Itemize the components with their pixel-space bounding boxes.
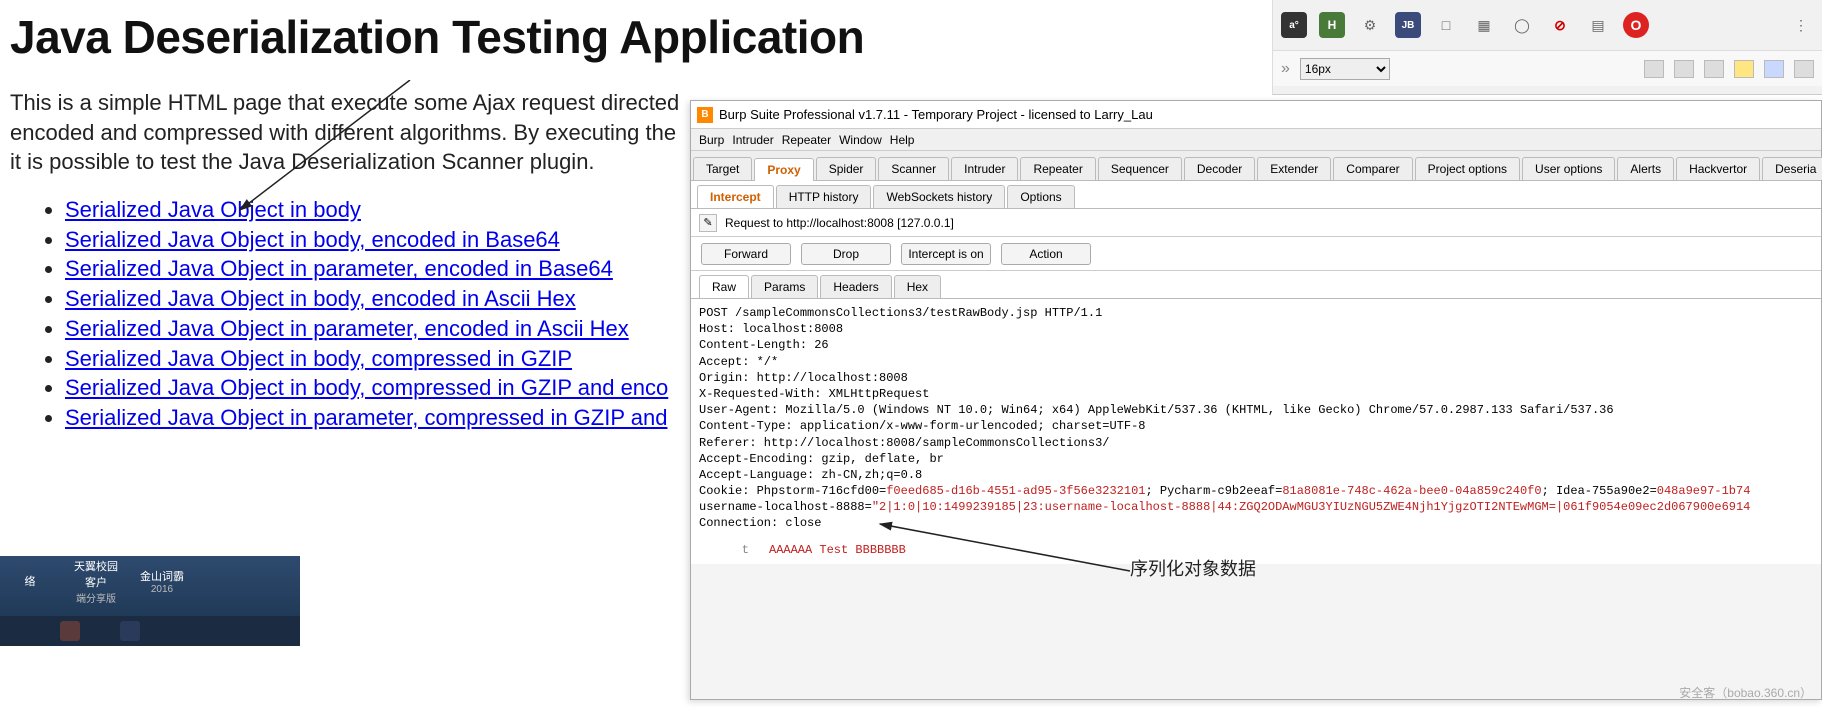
toolbar-btn[interactable] <box>1734 60 1754 78</box>
menu-help[interactable]: Help <box>890 133 915 147</box>
link-body-gzip-enc[interactable]: Serialized Java Object in body, compress… <box>65 375 668 400</box>
desktop-icon-kingsoft[interactable]: 金山词霸 2016 <box>138 568 186 595</box>
link-param-asciihex[interactable]: Serialized Java Object in parameter, enc… <box>65 316 629 341</box>
tab-spider[interactable]: Spider <box>816 157 877 180</box>
menu-intruder[interactable]: Intruder <box>732 133 773 147</box>
tab-target[interactable]: Target <box>693 157 752 180</box>
toolbar-btn[interactable] <box>1644 60 1664 78</box>
toolbar-btn[interactable] <box>1794 60 1814 78</box>
ext-icon[interactable]: ▤ <box>1585 12 1611 38</box>
toolbar-btn[interactable] <box>1764 60 1784 78</box>
burp-main-tabs: Target Proxy Spider Scanner Intruder Rep… <box>691 151 1821 181</box>
intercept-toggle-button[interactable]: Intercept is on <box>901 243 991 265</box>
link-body-asciihex[interactable]: Serialized Java Object in body, encoded … <box>65 286 576 311</box>
tab-sequencer[interactable]: Sequencer <box>1098 157 1182 180</box>
drop-button[interactable]: Drop <box>801 243 891 265</box>
ext-icon[interactable]: ◯ <box>1509 12 1535 38</box>
forward-button[interactable]: Forward <box>701 243 791 265</box>
tab-intruder[interactable]: Intruder <box>951 157 1018 180</box>
subtab-intercept[interactable]: Intercept <box>697 185 774 208</box>
view-headers[interactable]: Headers <box>820 275 891 298</box>
tab-decoder[interactable]: Decoder <box>1184 157 1255 180</box>
subtab-http-history[interactable]: HTTP history <box>776 185 872 208</box>
desktop-icon-tianyi[interactable]: 天翼校园客户 端分享版 <box>72 558 120 605</box>
ext-icon[interactable]: ▦ <box>1471 12 1497 38</box>
subtab-websockets-history[interactable]: WebSockets history <box>873 185 1005 208</box>
ext-icon[interactable]: a° <box>1281 12 1307 38</box>
request-target-row: ✎ Request to http://localhost:8008 [127.… <box>691 209 1821 237</box>
view-raw[interactable]: Raw <box>699 275 749 298</box>
link-param-base64[interactable]: Serialized Java Object in parameter, enc… <box>65 256 613 281</box>
tab-user-options[interactable]: User options <box>1522 157 1615 180</box>
ext-icon-hackbar[interactable]: H <box>1319 12 1345 38</box>
taskbar-app-icon[interactable] <box>60 621 80 641</box>
tab-deserial[interactable]: Deseria <box>1762 157 1822 180</box>
view-params[interactable]: Params <box>751 275 818 298</box>
tab-scanner[interactable]: Scanner <box>878 157 949 180</box>
menu-burp[interactable]: Burp <box>699 133 724 147</box>
link-body-gzip[interactable]: Serialized Java Object in body, compress… <box>65 346 572 371</box>
gear-icon[interactable]: ⚙ <box>1357 12 1383 38</box>
menu-icon[interactable]: ⋮ <box>1788 12 1814 38</box>
toolbar-btn[interactable] <box>1674 60 1694 78</box>
tab-comparer[interactable]: Comparer <box>1333 157 1412 180</box>
request-to-label: Request to http://localhost:8008 [127.0.… <box>725 216 954 230</box>
taskbar-app-icon[interactable] <box>120 621 140 641</box>
view-hex[interactable]: Hex <box>894 275 941 298</box>
tab-alerts[interactable]: Alerts <box>1617 157 1674 180</box>
action-button[interactable]: Action <box>1001 243 1091 265</box>
desktop-icon-net[interactable]: 络 <box>6 573 54 589</box>
ext-icon-jb[interactable]: JB <box>1395 12 1421 38</box>
browser-toolbar: a° H ⚙ JB □ ▦ ◯ ⊘ ▤ O ⋮ » 16px <box>1272 0 1822 95</box>
link-param-gzip-enc[interactable]: Serialized Java Object in parameter, com… <box>65 405 667 430</box>
raw-request-editor[interactable]: POST /sampleCommonsCollections3/testRawB… <box>691 299 1821 564</box>
menu-window[interactable]: Window <box>839 133 882 147</box>
ext-icon[interactable]: O <box>1623 12 1649 38</box>
taskbar <box>0 616 300 646</box>
desktop-icons: 络 天翼校园客户 端分享版 金山词霸 2016 <box>0 556 186 606</box>
burp-menubar: Burp Intruder Repeater Window Help <box>691 129 1821 151</box>
link-raw-body[interactable]: Serialized Java Object in body <box>65 197 361 222</box>
page-title: Java Deserialization Testing Application <box>10 10 910 64</box>
annotation-text: 序列化对象数据 <box>1130 555 1256 581</box>
intercept-buttons: Forward Drop Intercept is on Action <box>691 237 1821 271</box>
chevron-right-icon[interactable]: » <box>1281 60 1290 78</box>
burp-titlebar: B Burp Suite Professional v1.7.11 - Temp… <box>691 101 1821 129</box>
burp-logo-icon: B <box>697 107 713 123</box>
watermark: 安全客（bobao.360.cn） <box>1679 684 1812 701</box>
tab-proxy[interactable]: Proxy <box>754 158 813 181</box>
tab-repeater[interactable]: Repeater <box>1020 157 1095 180</box>
menu-repeater[interactable]: Repeater <box>782 133 831 147</box>
burp-title-text: Burp Suite Professional v1.7.11 - Tempor… <box>719 107 1153 122</box>
subtab-options[interactable]: Options <box>1007 185 1074 208</box>
tab-project-options[interactable]: Project options <box>1415 157 1520 180</box>
ext-icon[interactable]: ⊘ <box>1547 12 1573 38</box>
request-view-tabs: Raw Params Headers Hex <box>691 271 1821 299</box>
link-body-base64[interactable]: Serialized Java Object in body, encoded … <box>65 227 560 252</box>
burp-proxy-subtabs: Intercept HTTP history WebSockets histor… <box>691 181 1821 209</box>
font-size-select[interactable]: 16px <box>1300 58 1390 80</box>
tab-extender[interactable]: Extender <box>1257 157 1331 180</box>
tab-hackvertor[interactable]: Hackvertor <box>1676 157 1760 180</box>
toolbar-btn[interactable] <box>1704 60 1724 78</box>
edit-icon[interactable]: ✎ <box>699 214 717 232</box>
ext-icon[interactable]: □ <box>1433 12 1459 38</box>
burp-window: B Burp Suite Professional v1.7.11 - Temp… <box>690 100 1822 700</box>
